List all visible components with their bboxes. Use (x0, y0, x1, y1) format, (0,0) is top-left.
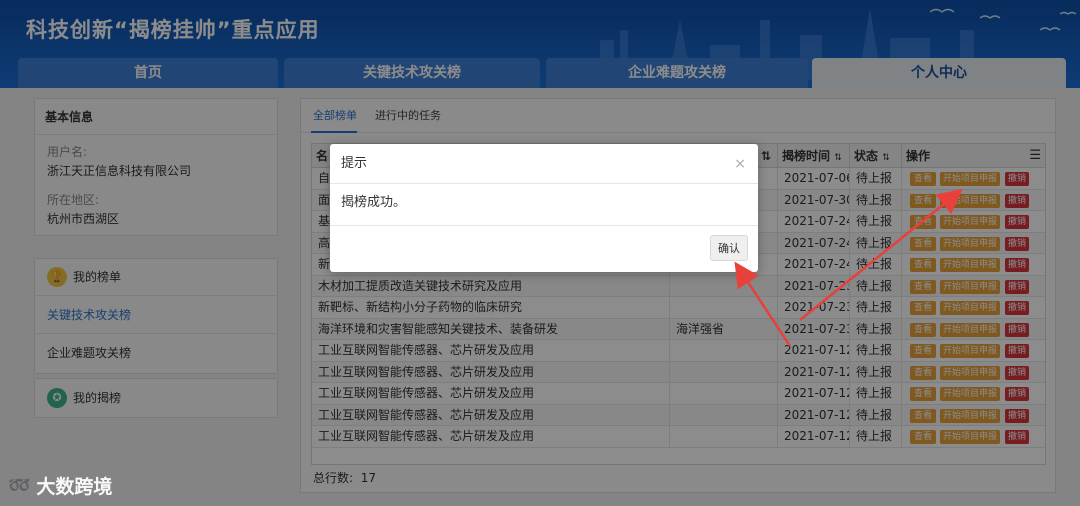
watermark: ➿ 大数跨境 (8, 472, 112, 499)
close-icon[interactable]: × (734, 144, 746, 184)
alert-dialog: 提示 × 揭榜成功。 确认 (330, 144, 758, 272)
dialog-footer: 确认 (330, 226, 758, 272)
logo-icon: ➿ (8, 475, 31, 496)
dialog-title: 提示 (341, 156, 368, 171)
dialog-header: 提示 × (330, 144, 758, 184)
watermark-text: 大数跨境 (36, 476, 113, 498)
confirm-button[interactable]: 确认 (710, 235, 748, 261)
dialog-message: 揭榜成功。 (330, 184, 758, 226)
